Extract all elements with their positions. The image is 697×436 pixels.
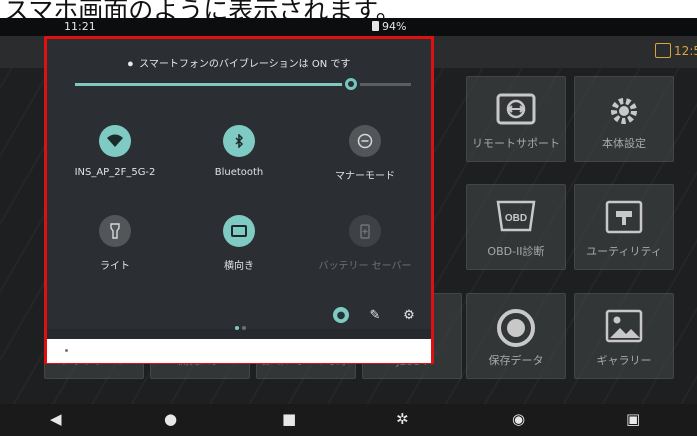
home-icon[interactable]: ●	[164, 410, 177, 428]
navigation-bar: ◀ ● ■ ✲ ◉ ▣	[0, 404, 697, 436]
quick-settings-panel: ⦁ スマートフォンのバイブレーションは ON です INS_AP_2F_5G-2 …	[44, 36, 434, 364]
qs-tile-label: ライト	[100, 261, 130, 272]
qs-tile-silent-mode[interactable]: マナーモード	[305, 125, 425, 195]
gallery-icon	[604, 308, 644, 348]
tile-saved-data[interactable]: 保存データ	[466, 293, 566, 379]
screenshot-icon[interactable]: ▣	[626, 410, 640, 428]
qs-tile-wifi[interactable]: INS_AP_2F_5G-2	[55, 125, 175, 195]
tile-label: 保存データ	[488, 354, 544, 367]
tile-label: ユーティリティ	[586, 245, 662, 258]
chrome-icon[interactable]: ◉	[512, 410, 525, 428]
brightness-slider[interactable]	[75, 75, 411, 93]
user-icon[interactable]: ●	[333, 307, 349, 323]
notification-dot	[65, 349, 68, 352]
tile-label: ギャラリー	[596, 354, 652, 367]
settings-gear-icon	[604, 91, 644, 135]
quick-settings-actions: ● ✎ ⚙	[333, 307, 417, 323]
battery-indicator: 94%	[372, 20, 406, 33]
tile-label: 本体設定	[602, 137, 646, 150]
do-not-disturb-icon	[349, 125, 381, 157]
qs-tile-label: INS_AP_2F_5G-2	[74, 167, 156, 178]
remote-support-icon	[496, 91, 536, 135]
svg-text:OBD: OBD	[505, 213, 527, 224]
page-dot	[242, 326, 246, 330]
flashlight-icon	[99, 215, 131, 247]
slider-fill	[75, 83, 351, 86]
vibration-text: スマートフォンのバイブレーションは ON です	[139, 59, 351, 70]
shopping-bag-icon[interactable]	[655, 43, 671, 58]
notification-card[interactable]	[47, 339, 431, 363]
status-bar: 11:21 94%	[0, 18, 697, 36]
gear-icon[interactable]: ✲	[396, 410, 409, 428]
page-indicator	[235, 315, 249, 334]
vibration-icon: ⦁	[127, 57, 134, 70]
battery-percent: 94%	[382, 20, 407, 33]
qs-tile-bluetooth[interactable]: Bluetooth	[179, 125, 299, 195]
settings-gear-icon[interactable]: ⚙	[401, 307, 417, 323]
quick-settings-footer: ● ✎ ⚙	[47, 299, 431, 339]
battery-saver-icon	[349, 215, 381, 247]
tile-gallery[interactable]: ギャラリー	[574, 293, 674, 379]
page-dot	[235, 326, 239, 330]
tablet-screen: 11:21 94% 12:5 リモートサポート 本体設定 OBD OBD-II診…	[0, 18, 697, 436]
tile-label: リモートサポート	[472, 137, 560, 150]
tile-utility[interactable]: ユーティリティ	[574, 184, 674, 270]
tile-remote-support[interactable]: リモートサポート	[466, 76, 566, 162]
tile-label: OBD-II診断	[487, 245, 545, 258]
vibration-status: ⦁ スマートフォンのバイブレーションは ON です	[47, 55, 431, 71]
qs-tile-rotation[interactable]: 横向き	[179, 215, 299, 285]
tile-obd2[interactable]: OBD OBD-II診断	[466, 184, 566, 270]
quick-settings-body: ⦁ スマートフォンのバイブレーションは ON です INS_AP_2F_5G-2 …	[47, 39, 431, 329]
qs-tile-label: 横向き	[224, 261, 254, 272]
wifi-icon	[99, 125, 131, 157]
rotation-icon	[223, 215, 255, 247]
qs-tile-label: バッテリー セーバー	[318, 261, 412, 272]
battery-icon	[372, 21, 379, 31]
status-time: 11:21	[64, 20, 96, 33]
bluetooth-icon	[223, 125, 255, 157]
appbar-time: 12:5	[674, 44, 697, 58]
qs-tile-flashlight[interactable]: ライト	[55, 215, 175, 285]
recents-icon[interactable]: ■	[282, 410, 296, 428]
saved-data-icon	[496, 308, 536, 352]
qs-tile-label: Bluetooth	[214, 167, 264, 178]
utility-icon	[604, 199, 644, 239]
back-icon[interactable]: ◀	[50, 410, 62, 428]
qs-tile-battery-saver: バッテリー セーバー	[305, 215, 425, 285]
edit-pencil-icon[interactable]: ✎	[367, 307, 383, 323]
tile-device-settings[interactable]: 本体設定	[574, 76, 674, 162]
brightness-thumb[interactable]	[341, 75, 360, 93]
obd-icon: OBD	[494, 199, 538, 237]
qs-tile-label: マナーモード	[335, 171, 395, 182]
